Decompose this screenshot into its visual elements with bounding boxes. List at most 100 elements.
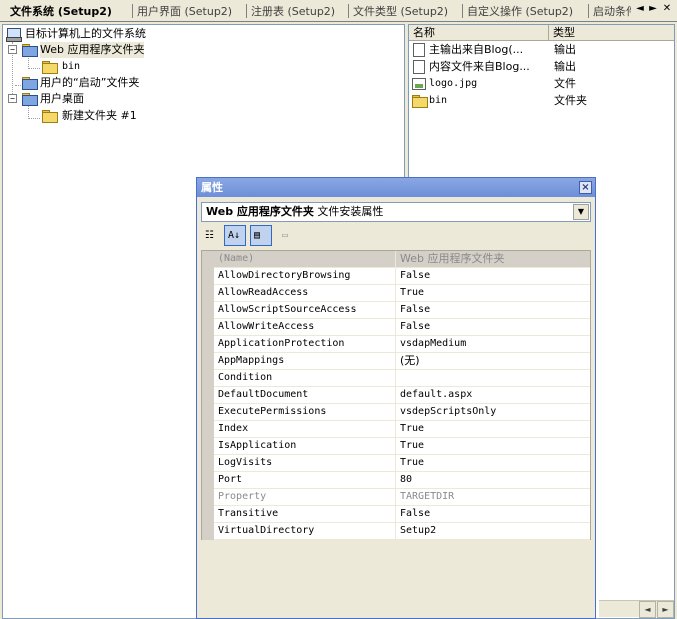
property-row[interactable]: AllowWriteAccess False	[202, 319, 590, 336]
tree-item-label: 用户桌面	[40, 92, 84, 105]
property-value[interactable]: Setup2	[396, 523, 590, 540]
tab-custom-actions[interactable]: 自定义操作 (Setup2)	[467, 3, 573, 20]
tab-launch-conditions[interactable]: 启动条件	[593, 3, 631, 20]
object-selector[interactable]: Web 应用程序文件夹 文件安装属性 ▼	[201, 202, 591, 222]
tab-registry[interactable]: 注册表 (Setup2)	[251, 3, 335, 20]
tab-scroll-left-icon[interactable]: ◄	[634, 3, 646, 14]
property-value[interactable]: vsdepScriptsOnly	[396, 404, 590, 421]
property-value[interactable]: False	[396, 302, 590, 319]
collapse-icon[interactable]: −	[8, 94, 17, 103]
property-value[interactable]: False	[396, 319, 590, 336]
column-header-type[interactable]: 类型	[549, 25, 674, 41]
tree-item-user-desktop[interactable]: − 用户桌面	[3, 91, 403, 107]
property-row[interactable]: LogVisits True	[202, 455, 590, 472]
property-name: ApplicationProtection	[214, 336, 396, 353]
property-grid: (Name) Web 应用程序文件夹 AllowDirectoryBrowsin…	[201, 250, 591, 540]
property-row[interactable]: DefaultDocument default.aspx	[202, 387, 590, 404]
tab-close-icon[interactable]: ✕	[661, 3, 673, 14]
property-row[interactable]: Condition	[202, 370, 590, 387]
property-value[interactable]: 80	[396, 472, 590, 489]
scroll-left-icon[interactable]: ◄	[639, 601, 656, 618]
row-gutter	[202, 455, 214, 472]
object-name: Web 应用程序文件夹	[206, 205, 314, 218]
tab-separator	[462, 4, 463, 18]
collapse-icon[interactable]: −	[8, 45, 17, 54]
row-gutter	[202, 302, 214, 319]
tree-item-bin[interactable]: bin	[3, 59, 403, 75]
list-item[interactable]: bin 文件夹	[409, 92, 674, 109]
property-value[interactable]: (无)	[396, 353, 590, 370]
property-row[interactable]: AllowReadAccess True	[202, 285, 590, 302]
property-row[interactable]: Property TARGETDIR	[202, 489, 590, 506]
chevron-down-icon[interactable]: ▼	[573, 204, 589, 220]
list-item-type: 输出	[554, 43, 576, 56]
row-gutter	[202, 421, 214, 438]
tab-separator	[588, 4, 589, 18]
horizontal-scrollbar[interactable]: ◄ ►	[599, 600, 674, 618]
scroll-right-icon[interactable]: ►	[657, 601, 674, 618]
row-gutter	[202, 285, 214, 302]
image-file-icon	[412, 78, 426, 90]
property-row[interactable]: AllowDirectoryBrowsing False	[202, 268, 590, 285]
property-value[interactable]: default.aspx	[396, 387, 590, 404]
list-item[interactable]: 内容文件来自Blog... 输出	[409, 58, 674, 75]
alphabetical-button[interactable]: A↓	[224, 225, 246, 246]
output-icon	[413, 43, 425, 57]
object-description: 文件安装属性	[317, 205, 384, 218]
property-pages-icon: ▭	[282, 230, 289, 241]
tree-item-label: bin	[62, 61, 81, 72]
categorized-button[interactable]: ☷	[201, 225, 223, 246]
property-value[interactable]: False	[396, 506, 590, 523]
properties-button[interactable]: ▤	[250, 225, 272, 246]
tree-item-label: 新建文件夹 #1	[62, 109, 137, 122]
property-row[interactable]: VirtualDirectory Setup2	[202, 523, 590, 540]
property-name: AllowScriptSourceAccess	[214, 302, 396, 319]
property-name: AppMappings	[214, 353, 396, 370]
property-name: Condition	[214, 370, 396, 387]
property-value[interactable]: False	[396, 268, 590, 285]
property-row[interactable]: AllowScriptSourceAccess False	[202, 302, 590, 319]
close-icon[interactable]: ×	[579, 181, 592, 194]
property-value[interactable]: True	[396, 455, 590, 472]
properties-icon: ▤	[254, 230, 261, 241]
property-name: AllowDirectoryBrowsing	[214, 268, 396, 285]
property-name: ExecutePermissions	[214, 404, 396, 421]
property-value[interactable]	[396, 370, 590, 387]
folder-icon	[411, 95, 428, 108]
list-item-type: 文件夹	[554, 94, 587, 107]
tree-item-label: Web 应用程序文件夹	[40, 42, 145, 58]
property-value: TARGETDIR	[396, 489, 590, 506]
property-value[interactable]: vsdapMedium	[396, 336, 590, 353]
property-row[interactable]: Index True	[202, 421, 590, 438]
computer-icon	[6, 28, 22, 42]
tree-item-web-app-folder[interactable]: − Web 应用程序文件夹	[3, 42, 403, 58]
tab-file-types[interactable]: 文件类型 (Setup2)	[353, 3, 448, 20]
column-header-name[interactable]: 名称	[409, 25, 549, 41]
property-row[interactable]: Port 80	[202, 472, 590, 489]
list-header: 名称 类型	[409, 25, 674, 41]
list-item-name: bin	[429, 95, 448, 106]
row-gutter	[202, 506, 214, 523]
property-row[interactable]: Transitive False	[202, 506, 590, 523]
tab-file-system[interactable]: 文件系统 (Setup2)	[10, 3, 112, 20]
tree-item-new-folder[interactable]: 新建文件夹 #1	[3, 108, 403, 124]
property-value[interactable]: True	[396, 285, 590, 302]
property-row[interactable]: AppMappings (无)	[202, 353, 590, 370]
property-row[interactable]: IsApplication True	[202, 438, 590, 455]
list-item[interactable]: 主输出来自Blog(... 输出	[409, 41, 674, 58]
property-row[interactable]: ExecutePermissions vsdepScriptsOnly	[202, 404, 590, 421]
list-item-type: 文件	[554, 77, 576, 90]
tree-item-startup-folder[interactable]: 用户的“启动”文件夹	[3, 75, 403, 91]
property-value[interactable]: Web 应用程序文件夹	[396, 251, 590, 268]
property-value[interactable]: True	[396, 421, 590, 438]
tab-user-interface[interactable]: 用户界面 (Setup2)	[137, 3, 232, 20]
tree-root-label: 目标计算机上的文件系统	[25, 27, 146, 40]
list-item[interactable]: logo.jpg 文件	[409, 75, 674, 92]
property-row[interactable]: ApplicationProtection vsdapMedium	[202, 336, 590, 353]
property-value[interactable]: True	[396, 438, 590, 455]
tab-scroll-right-icon[interactable]: ►	[647, 3, 659, 14]
categorized-icon: ☷	[205, 230, 214, 241]
property-name: (Name)	[214, 251, 396, 268]
property-row[interactable]: (Name) Web 应用程序文件夹	[202, 251, 590, 268]
property-pages-button[interactable]: ▭	[278, 225, 300, 246]
